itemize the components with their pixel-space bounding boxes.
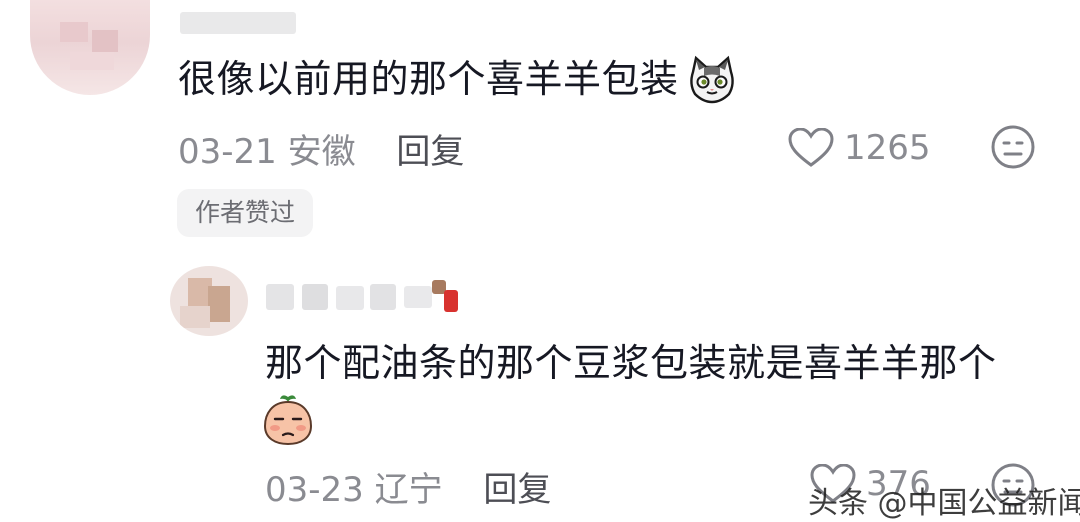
reply-location: 辽宁: [374, 470, 443, 510]
comment-date: 03-21: [178, 132, 277, 172]
author-liked-badge: 作者赞过: [177, 189, 314, 237]
like-button[interactable]: 1265: [788, 128, 931, 168]
reply-text: 那个配油条的那个豆浆包装就是喜羊羊那个: [265, 341, 997, 385]
commenter-avatar[interactable]: [30, 0, 150, 95]
comment-meta: 03-21 安徽 回复: [178, 124, 464, 173]
like-count: 1265: [844, 128, 931, 168]
peach-emoji: [263, 395, 313, 446]
cat-emoji: [690, 55, 734, 104]
reply-avatar[interactable]: [170, 266, 248, 336]
comment-location: 安徽: [287, 132, 356, 172]
source-watermark: 头条 @中国公益新闻: [808, 486, 1080, 521]
reply-date: 03-23: [265, 470, 364, 510]
dislike-face-icon[interactable]: [990, 124, 1036, 170]
reply-button[interactable]: 回复: [396, 132, 464, 172]
comment-text: 很像以前用的那个喜羊羊包装: [178, 57, 679, 101]
commenter-name-blurred[interactable]: [180, 12, 296, 34]
reply-name-blurred[interactable]: [266, 280, 476, 314]
reply-reply-button[interactable]: 回复: [483, 470, 551, 510]
heart-icon: [788, 128, 834, 167]
